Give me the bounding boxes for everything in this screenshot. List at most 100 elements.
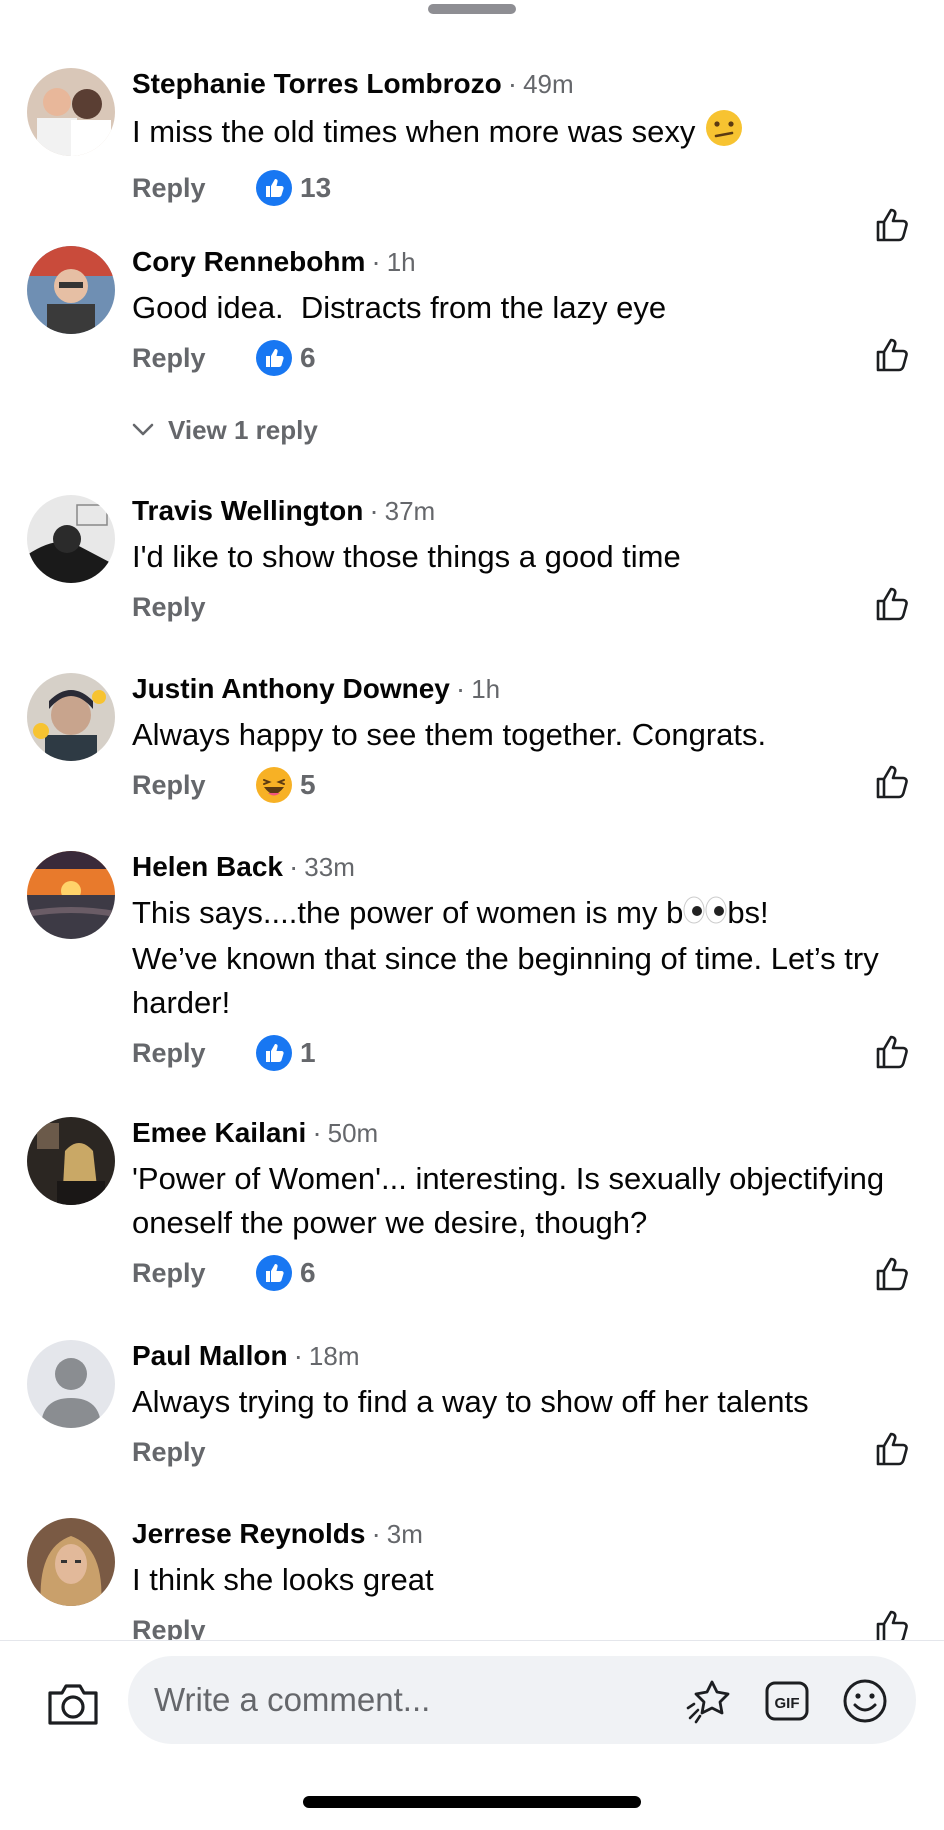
- reaction-summary[interactable]: 6: [256, 1253, 316, 1293]
- separator: ·: [371, 1518, 381, 1549]
- home-indicator[interactable]: [303, 1796, 641, 1808]
- separator: ·: [507, 68, 518, 99]
- comment-text: I think she looks great: [132, 1562, 434, 1597]
- comment-author[interactable]: Jerrese Reynolds: [132, 1518, 365, 1549]
- comment-time: 50m: [327, 1118, 379, 1148]
- reply-button[interactable]: Reply: [132, 1610, 206, 1640]
- comment-actions: Reply: [132, 587, 922, 627]
- gif-icon[interactable]: GIF: [764, 1678, 810, 1724]
- comment-time: 1h: [386, 247, 416, 277]
- comment-text-part: This says....the power of women is my b: [132, 895, 684, 930]
- like-reaction-icon: [256, 1255, 292, 1291]
- comment-author[interactable]: Travis Wellington: [132, 495, 363, 526]
- like-comment-icon[interactable]: [874, 1033, 912, 1071]
- camera-icon[interactable]: [46, 1679, 100, 1727]
- separator: ·: [369, 495, 379, 526]
- comment-actions: Reply 13: [132, 168, 922, 208]
- comment-text: I'd like to show those things a good tim…: [132, 539, 681, 574]
- reaction-count: 5: [300, 769, 316, 800]
- comment-author[interactable]: Paul Mallon: [132, 1340, 288, 1371]
- reply-button[interactable]: Reply: [132, 1033, 206, 1073]
- comment-actions: Reply: [132, 1610, 922, 1640]
- comment-text: Always happy to see them together. Congr…: [132, 717, 767, 752]
- reaction-summary[interactable]: 5: [256, 765, 316, 805]
- reaction-summary[interactable]: 13: [256, 168, 331, 208]
- like-comment-icon[interactable]: [874, 336, 912, 374]
- separator: ·: [288, 851, 299, 882]
- comment-actions: Reply 6: [132, 338, 922, 378]
- reply-button[interactable]: Reply: [132, 168, 206, 208]
- like-comment-icon[interactable]: [874, 763, 912, 801]
- default-avatar[interactable]: [27, 1340, 115, 1428]
- comment-time: 18m: [308, 1341, 360, 1371]
- reaction-count: 13: [300, 172, 332, 203]
- like-comment-icon[interactable]: [874, 206, 912, 244]
- comment-actions: Reply 6: [132, 1253, 922, 1293]
- comment-text-part: bs!: [727, 895, 769, 930]
- avatar[interactable]: [27, 1518, 115, 1606]
- comment-author[interactable]: Stephanie Torres Lombrozo: [132, 68, 502, 99]
- comment-actions: Reply 1: [132, 1033, 922, 1073]
- avatar[interactable]: [27, 495, 115, 583]
- reaction-count: 1: [300, 1036, 316, 1068]
- comment-text: This says....the power of women is my b b…: [132, 891, 922, 1025]
- user-placeholder-icon: [27, 1340, 115, 1428]
- avatar[interactable]: [27, 851, 115, 939]
- reply-button[interactable]: Reply: [132, 765, 206, 805]
- like-reaction-icon: [256, 170, 292, 206]
- comment-input-placeholder: Write a comment...: [154, 1681, 431, 1718]
- comment-time: 49m: [523, 69, 574, 99]
- comment-author[interactable]: Justin Anthony Downey: [132, 673, 450, 704]
- view-replies-button[interactable]: View 1 reply: [132, 410, 318, 450]
- comment-author[interactable]: Cory Rennebohm: [132, 246, 365, 277]
- like-comment-icon[interactable]: [874, 1430, 912, 1468]
- like-comment-icon[interactable]: [874, 1608, 912, 1640]
- comment-text: I miss the old times when more was sexy: [132, 108, 922, 160]
- comment-text: Good idea. Distracts from the lazy eye: [132, 290, 667, 325]
- reply-button[interactable]: Reply: [132, 587, 206, 627]
- comment-time: 1h: [471, 674, 501, 704]
- reply-button[interactable]: Reply: [132, 1253, 206, 1293]
- gif-icon-label: GIF: [775, 1695, 800, 1712]
- comment-author[interactable]: Helen Back: [132, 851, 283, 882]
- reply-button[interactable]: Reply: [132, 338, 206, 378]
- comment-header: Stephanie Torres Lombrozo · 49m: [132, 68, 922, 100]
- like-reaction-icon: [256, 340, 292, 376]
- avatar[interactable]: [27, 68, 115, 156]
- confused-face-emoji-icon: [704, 108, 744, 160]
- comment-author[interactable]: Emee Kailani: [132, 1117, 306, 1148]
- reaction-summary[interactable]: 1: [256, 1033, 316, 1073]
- emoji-icon[interactable]: [842, 1678, 888, 1724]
- reaction-summary[interactable]: 6: [256, 338, 316, 378]
- comment-text-part: We’ve known that since the beginning of …: [132, 940, 879, 1020]
- separator: ·: [371, 246, 381, 277]
- avatar-sticker-icon[interactable]: [686, 1678, 732, 1724]
- like-comment-icon[interactable]: [874, 1255, 912, 1293]
- comment-text: Always trying to find a way to show off …: [132, 1384, 809, 1419]
- avatar[interactable]: [27, 673, 115, 761]
- comment-text-content: I miss the old times when more was sexy: [132, 114, 696, 150]
- comment-header: Emee Kailani · 50m: [132, 1117, 922, 1149]
- comment-time: 33m: [304, 852, 355, 882]
- comment-header: Jerrese Reynolds · 3m: [132, 1518, 922, 1550]
- comment-time: 3m: [386, 1519, 423, 1549]
- comment-header: Helen Back · 33m: [132, 851, 922, 883]
- comment-header: Travis Wellington · 37m: [132, 495, 922, 527]
- comment-header: Cory Rennebohm · 1h: [132, 246, 922, 278]
- separator: ·: [455, 673, 466, 704]
- comment-text: 'Power of Women'... interesting. Is sexu…: [132, 1161, 885, 1240]
- eyes-emoji-icon: [683, 893, 727, 937]
- chevron-down-icon: [132, 423, 154, 436]
- avatar[interactable]: [27, 246, 115, 334]
- avatar[interactable]: [27, 1117, 115, 1205]
- comment-header: Paul Mallon · 18m: [132, 1340, 922, 1372]
- comments-list[interactable]: Stephanie Torres Lombrozo · 49m I miss the…: [0, 0, 944, 1640]
- like-reaction-icon: [256, 1034, 292, 1071]
- comment-time: 37m: [384, 496, 436, 526]
- reply-button[interactable]: Reply: [132, 1432, 206, 1472]
- comment-input[interactable]: Write a comment... GIF: [128, 1656, 916, 1744]
- reaction-count: 6: [300, 342, 316, 373]
- view-replies-label: View 1 reply: [168, 414, 318, 445]
- like-comment-icon[interactable]: [874, 585, 912, 623]
- reaction-count: 6: [300, 1257, 316, 1288]
